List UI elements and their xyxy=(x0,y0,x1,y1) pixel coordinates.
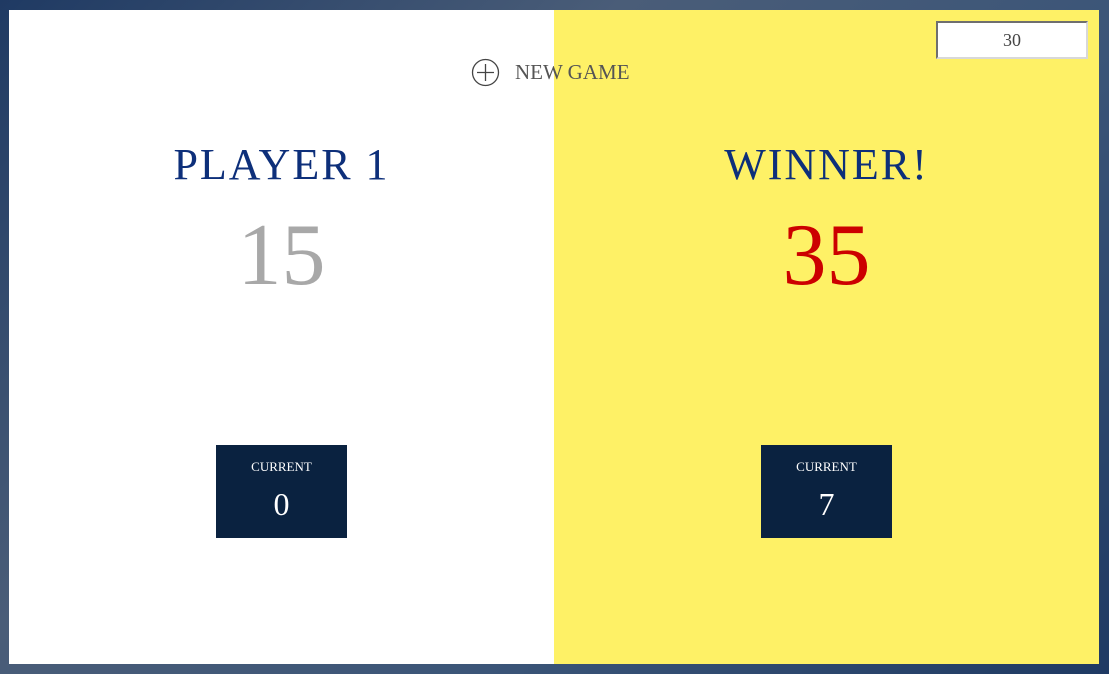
player-2-score: 35 xyxy=(782,207,871,304)
player-2-current-label: CURRENT xyxy=(796,459,857,474)
final-score-input[interactable] xyxy=(936,21,1088,59)
player-1-current-box: CURRENT 0 xyxy=(216,445,347,538)
player-1-score: 15 xyxy=(237,207,326,304)
player-2-current-score: 7 xyxy=(818,486,835,522)
player-2-panel: WINNER! 35 CURRENT 7 xyxy=(554,10,1099,664)
player-1-panel: PLAYER 1 15 CURRENT 0 xyxy=(9,10,554,664)
player-2-current-box: CURRENT 7 xyxy=(761,445,892,538)
game-board: PLAYER 1 15 CURRENT 0 WINNER! 35 CURRENT… xyxy=(9,10,1099,664)
player-2-name: WINNER! xyxy=(724,140,929,189)
new-game-button[interactable]: NEW GAME xyxy=(471,57,630,87)
player-1-current-score: 0 xyxy=(273,486,290,522)
plus-circle-icon xyxy=(471,58,500,87)
new-game-label: NEW GAME xyxy=(515,60,630,84)
player-1-current-label: CURRENT xyxy=(251,459,312,474)
player-1-name: PLAYER 1 xyxy=(173,140,390,189)
